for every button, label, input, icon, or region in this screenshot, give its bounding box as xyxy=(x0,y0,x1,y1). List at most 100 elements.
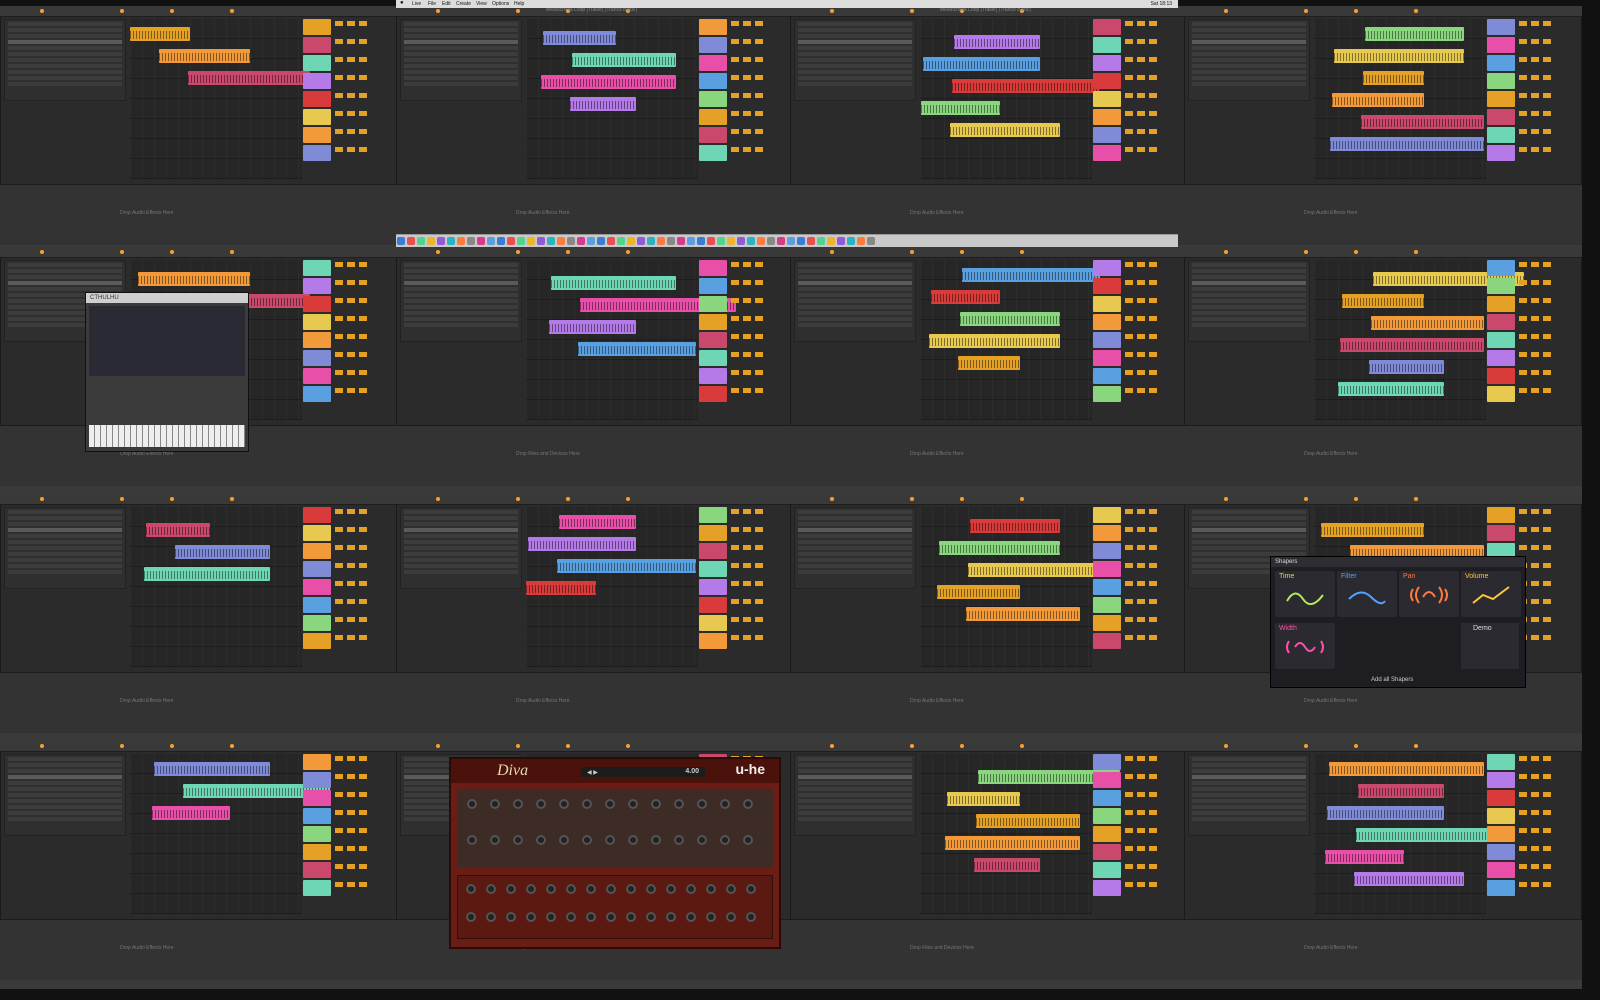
transport-bar[interactable] xyxy=(396,741,794,752)
browser-item[interactable] xyxy=(404,34,518,38)
audio-clip[interactable] xyxy=(188,71,310,85)
arrangement-view[interactable] xyxy=(920,754,1120,914)
dock-app-icon[interactable] xyxy=(597,237,605,245)
browser-item[interactable] xyxy=(1192,540,1306,544)
browser-item[interactable] xyxy=(1192,58,1306,62)
browser-item[interactable] xyxy=(404,281,518,285)
dock-app-icon[interactable] xyxy=(517,237,525,245)
track-controls[interactable] xyxy=(1125,772,1177,788)
dock-app-icon[interactable] xyxy=(837,237,845,245)
track-controls[interactable] xyxy=(335,880,387,896)
audio-clip[interactable] xyxy=(1356,828,1504,842)
transport-button[interactable] xyxy=(120,250,124,254)
browser-item[interactable] xyxy=(1192,269,1306,273)
diva-knob[interactable] xyxy=(666,912,676,922)
browser-item[interactable] xyxy=(8,540,122,544)
diva-knob[interactable] xyxy=(486,912,496,922)
diva-knob[interactable] xyxy=(566,884,576,894)
browser-item[interactable] xyxy=(8,281,122,285)
track-controls[interactable] xyxy=(335,543,387,559)
track-header[interactable] xyxy=(1487,19,1515,35)
track-headers[interactable] xyxy=(1093,19,1183,179)
diva-knob[interactable] xyxy=(513,799,523,809)
browser-item[interactable] xyxy=(798,564,912,568)
transport-bar[interactable] xyxy=(1184,247,1582,258)
device-view[interactable]: Drop Audio Effects Here xyxy=(790,672,1188,733)
dock-app-icon[interactable] xyxy=(437,237,445,245)
track-controls[interactable] xyxy=(1519,826,1571,842)
transport-button[interactable] xyxy=(1020,497,1024,501)
track-header[interactable] xyxy=(1487,525,1515,541)
diva-knob[interactable] xyxy=(674,835,684,845)
browser-item[interactable] xyxy=(1192,528,1306,532)
browser-item[interactable] xyxy=(798,281,912,285)
track-header[interactable] xyxy=(1487,808,1515,824)
browser-item[interactable] xyxy=(1192,46,1306,50)
track-header[interactable] xyxy=(303,109,331,125)
track-controls[interactable] xyxy=(1519,127,1571,143)
audio-clip[interactable] xyxy=(1332,93,1424,107)
browser-item[interactable] xyxy=(798,275,912,279)
transport-button[interactable] xyxy=(830,744,834,748)
browser-item[interactable] xyxy=(798,805,912,809)
audio-clip[interactable] xyxy=(1371,316,1484,330)
arrangement-view[interactable] xyxy=(1314,754,1504,914)
browser-item[interactable] xyxy=(404,28,518,32)
track-header[interactable] xyxy=(699,260,727,276)
track-controls[interactable] xyxy=(335,386,387,402)
track-headers[interactable] xyxy=(303,19,393,179)
browser-item[interactable] xyxy=(404,570,518,574)
browser-item[interactable] xyxy=(8,287,122,291)
track-controls[interactable] xyxy=(1519,296,1571,312)
device-view[interactable]: Drop Audio Effects Here xyxy=(1184,425,1582,486)
menu-create[interactable]: Create xyxy=(456,1,471,7)
transport-button[interactable] xyxy=(1354,744,1358,748)
dock-app-icon[interactable] xyxy=(687,237,695,245)
shapers-window[interactable]: Shapers Time Filter Pan Volume Width Dem… xyxy=(1270,556,1526,688)
track-header[interactable] xyxy=(1093,386,1121,402)
track-controls[interactable] xyxy=(1125,314,1177,330)
track-controls[interactable] xyxy=(731,278,783,294)
browser-item[interactable] xyxy=(798,763,912,767)
browser-panel[interactable] xyxy=(4,754,126,836)
transport-button[interactable] xyxy=(1304,497,1308,501)
transport-button[interactable] xyxy=(516,744,520,748)
track-controls[interactable] xyxy=(1125,543,1177,559)
browser-panel[interactable] xyxy=(794,19,916,101)
diva-knob[interactable] xyxy=(628,835,638,845)
track-controls[interactable] xyxy=(731,615,783,631)
diva-knob[interactable] xyxy=(546,884,556,894)
browser-item[interactable] xyxy=(1192,263,1306,267)
browser-item[interactable] xyxy=(1192,299,1306,303)
transport-button[interactable] xyxy=(40,250,44,254)
audio-clip[interactable] xyxy=(950,123,1060,137)
transport-button[interactable] xyxy=(566,250,570,254)
track-header[interactable] xyxy=(1093,332,1121,348)
track-header[interactable] xyxy=(1093,314,1121,330)
transport-button[interactable] xyxy=(170,9,174,13)
browser-item[interactable] xyxy=(8,564,122,568)
browser-item[interactable] xyxy=(1192,799,1306,803)
browser-item[interactable] xyxy=(798,546,912,550)
add-all-shapers-button[interactable]: Add all Shapers xyxy=(1371,677,1413,683)
browser-panel[interactable] xyxy=(1188,19,1310,101)
browser-item[interactable] xyxy=(798,570,912,574)
track-header[interactable] xyxy=(303,579,331,595)
track-header[interactable] xyxy=(303,37,331,53)
transport-button[interactable] xyxy=(120,497,124,501)
track-controls[interactable] xyxy=(1125,754,1177,770)
dock-app-icon[interactable] xyxy=(667,237,675,245)
diva-knob[interactable] xyxy=(605,835,615,845)
dock-app-icon[interactable] xyxy=(447,237,455,245)
browser-item[interactable] xyxy=(1192,64,1306,68)
browser-item[interactable] xyxy=(1192,293,1306,297)
track-header[interactable] xyxy=(699,525,727,541)
browser-item[interactable] xyxy=(798,82,912,86)
track-controls[interactable] xyxy=(335,73,387,89)
apple-icon[interactable]: ● xyxy=(400,0,404,6)
device-view[interactable]: Drop Audio Effects Here xyxy=(0,184,398,245)
track-header[interactable] xyxy=(303,73,331,89)
track-controls[interactable] xyxy=(1519,368,1571,384)
browser-item[interactable] xyxy=(798,34,912,38)
transport-button[interactable] xyxy=(910,744,914,748)
